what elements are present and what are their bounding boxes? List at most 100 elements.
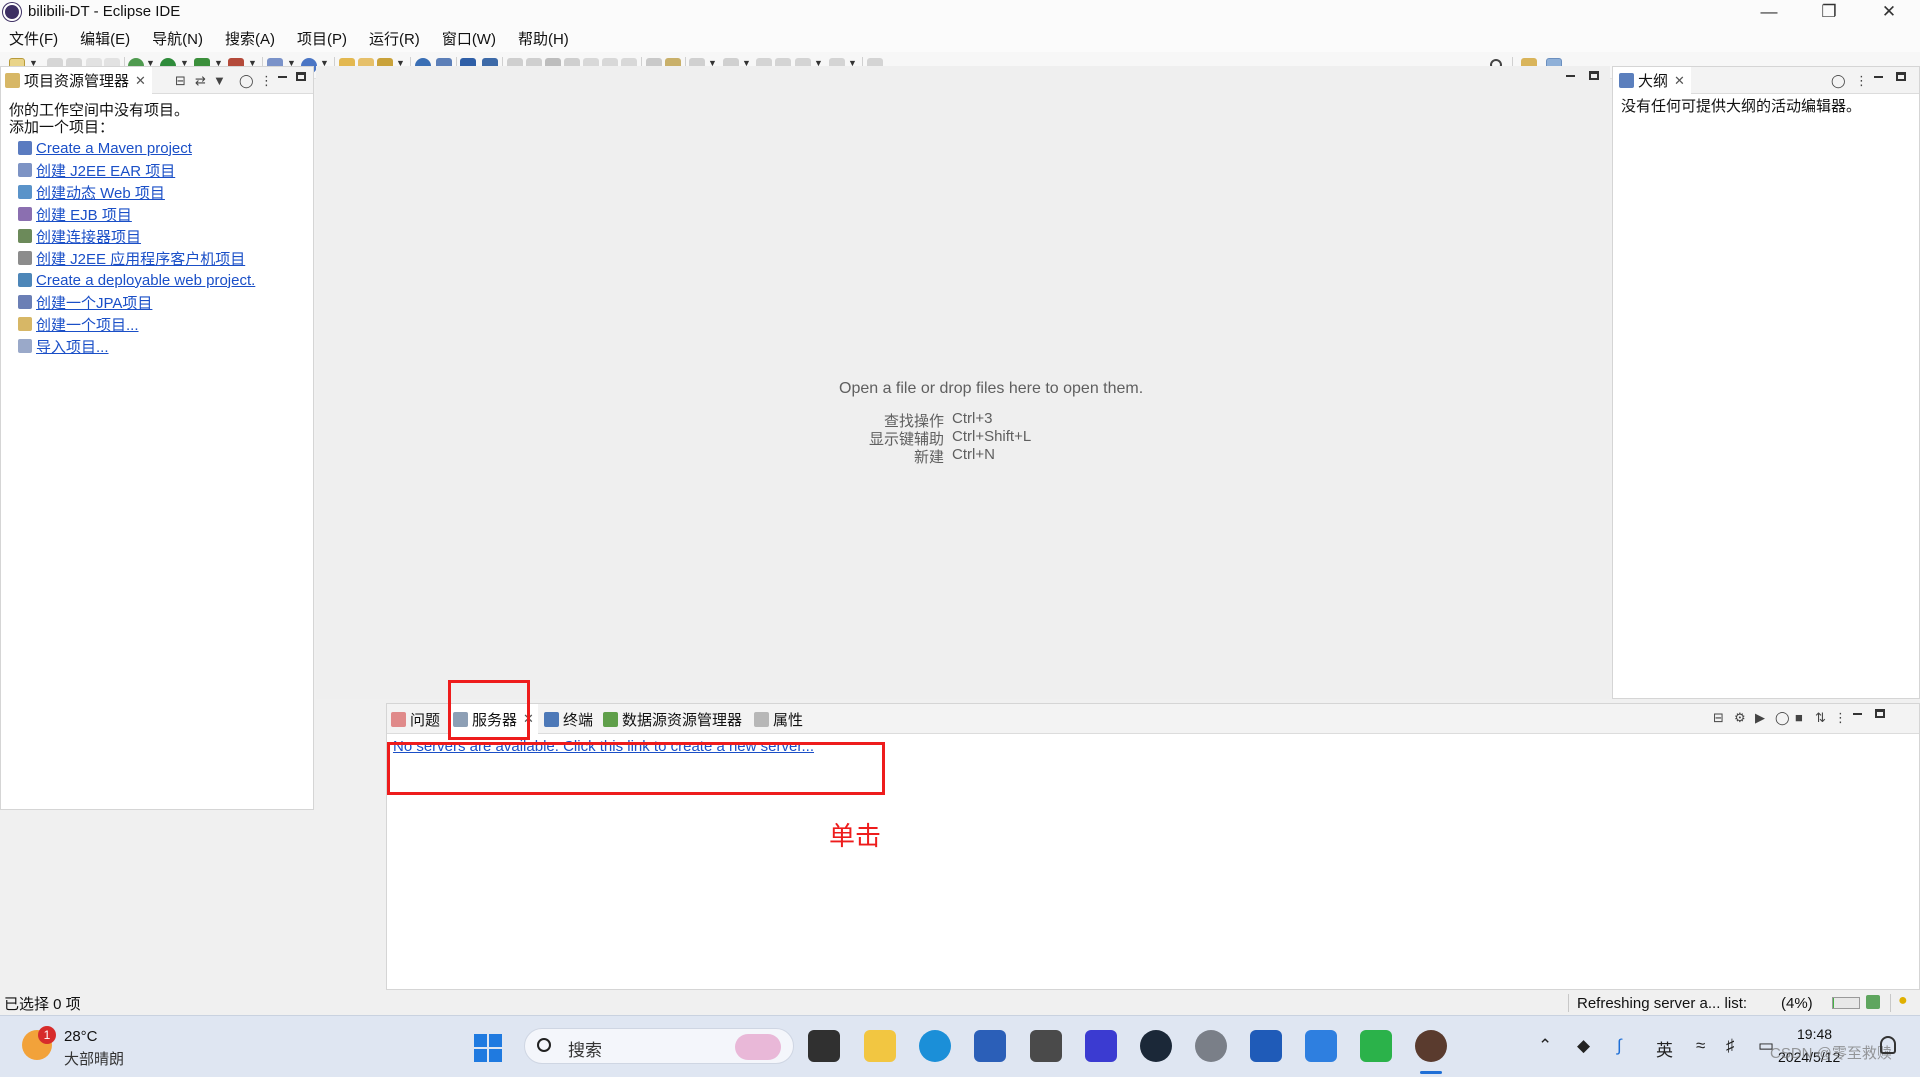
- shortcut-row: 新建 Ctrl+N: [844, 446, 995, 467]
- progress-bar[interactable]: [1832, 997, 1860, 1009]
- filter-icon[interactable]: ▼: [213, 73, 226, 88]
- start-server-icon[interactable]: ▶: [1755, 710, 1765, 726]
- taskbar-search-box[interactable]: 搜索: [524, 1028, 794, 1064]
- stop-server-icon[interactable]: ■: [1795, 710, 1803, 725]
- create-project-link[interactable]: 创建一个项目...: [18, 314, 139, 334]
- editor-open-hint: Open a file or drop files here to open t…: [839, 380, 1144, 397]
- tab-properties[interactable]: 属性: [754, 704, 803, 734]
- maven-icon: [18, 141, 32, 155]
- focus-icon[interactable]: ◯: [239, 73, 254, 89]
- tab-outline[interactable]: 大纲 ✕: [1613, 67, 1691, 94]
- import-project-link[interactable]: 导入项目...: [18, 336, 109, 356]
- tab-data-source-explorer[interactable]: 数据源资源管理器: [603, 704, 742, 734]
- maximize-view-icon[interactable]: [296, 72, 306, 81]
- debug-server-icon[interactable]: ⚙: [1734, 710, 1746, 726]
- tab-data-source-label: 数据源资源管理器: [622, 711, 743, 729]
- menu-file[interactable]: 文件(F): [9, 28, 58, 49]
- link-label: 创建一个JPA项目: [36, 294, 153, 312]
- notification-bell-icon[interactable]: [1880, 1036, 1896, 1054]
- link-label: Create a deployable web project.: [36, 271, 256, 289]
- tab-project-explorer[interactable]: 项目资源管理器 ✕: [1, 67, 152, 94]
- view-menu-icon[interactable]: ⋮: [260, 73, 273, 89]
- ide-app-icon[interactable]: [1085, 1030, 1117, 1062]
- create-connector-link[interactable]: 创建连接器项目: [18, 226, 141, 246]
- create-dynamic-web-link[interactable]: 创建动态 Web 项目: [18, 182, 165, 202]
- create-maven-link[interactable]: Create a Maven project: [18, 138, 192, 158]
- maximize-editor-icon[interactable]: [1589, 71, 1599, 80]
- settings-icon[interactable]: [1195, 1030, 1227, 1062]
- tab-outline-label: 大纲: [1638, 73, 1669, 90]
- project-explorer-view: 项目资源管理器 ✕ ⊟ ⇄ ▼ ◯ ⋮ 你的工作空间中没有项目。 添加一个项目：…: [0, 66, 314, 810]
- edge-icon[interactable]: [919, 1030, 951, 1062]
- dingtalk-icon[interactable]: [1305, 1030, 1337, 1062]
- view-menu-icon[interactable]: ⋮: [1834, 710, 1847, 726]
- link-label: 创建连接器项目: [36, 228, 142, 246]
- maximize-view-icon[interactable]: [1875, 709, 1885, 718]
- active-app-indicator: [1420, 1071, 1442, 1074]
- eclipse-taskbar-icon[interactable]: [1415, 1030, 1447, 1062]
- new-project-icon: [18, 317, 32, 331]
- clock-time[interactable]: 19:48: [1797, 1026, 1832, 1042]
- focus-icon[interactable]: ◯: [1831, 73, 1846, 89]
- maximize-view-icon[interactable]: [1896, 72, 1906, 81]
- close-button[interactable]: ✕: [1866, 0, 1912, 24]
- shortcut-keys: Ctrl+N: [952, 446, 995, 463]
- lightbulb-icon[interactable]: ●: [1898, 992, 1908, 1010]
- create-ear-link[interactable]: 创建 J2EE EAR 项目: [18, 160, 175, 180]
- link-label: Create a Maven project: [36, 139, 192, 157]
- progress-text: Refreshing server a... list:: [1577, 995, 1748, 1012]
- server-link-highlight: [387, 742, 885, 795]
- wifi-icon[interactable]: ≈: [1696, 1036, 1705, 1056]
- minimize-view-icon[interactable]: [278, 76, 287, 78]
- create-deployable-web-link[interactable]: Create a deployable web project.: [18, 270, 255, 290]
- menu-edit[interactable]: 编辑(E): [80, 28, 130, 49]
- collapse-all-icon[interactable]: ⊟: [175, 73, 186, 89]
- close-icon[interactable]: ✕: [135, 73, 146, 89]
- restore-button[interactable]: ❐: [1806, 0, 1852, 24]
- windows-taskbar: 1 28°C 大部晴朗 搜索 ⌃ ◆ ∫ 英 ≈ ♯ ▭ 19:48 2024/…: [0, 1015, 1920, 1077]
- tray-overflow-icon[interactable]: ⌃: [1538, 1036, 1552, 1056]
- tab-terminal[interactable]: 终端: [544, 704, 593, 734]
- outline-empty-message: 没有任何可提供大纲的活动编辑器。: [1621, 98, 1862, 115]
- task-view-icon[interactable]: [808, 1030, 840, 1062]
- collapse-all-icon[interactable]: ⊟: [1713, 710, 1724, 726]
- create-jpa-link[interactable]: 创建一个JPA项目: [18, 292, 152, 312]
- view-menu-icon[interactable]: ⋮: [1855, 73, 1868, 89]
- minimize-view-icon[interactable]: [1853, 713, 1862, 715]
- bottom-panel-tabbar: 问题 服务器 ✕ 终端 数据源资源管理器 属性 ⊟ ⚙ ▶ ◯ ■ ⇅ ⋮: [387, 704, 1919, 734]
- profile-server-icon[interactable]: ◯: [1775, 710, 1790, 726]
- ear-project-icon: [18, 163, 32, 177]
- servers-tab-highlight: [448, 680, 530, 740]
- steam-icon[interactable]: [1140, 1030, 1172, 1062]
- menu-navigate[interactable]: 导航(N): [152, 28, 203, 49]
- store-icon[interactable]: [974, 1030, 1006, 1062]
- word-icon[interactable]: [1250, 1030, 1282, 1062]
- create-app-client-link[interactable]: 创建 J2EE 应用程序客户机项目: [18, 248, 245, 268]
- ime-indicator[interactable]: 英: [1656, 1036, 1673, 1061]
- project-explorer-tabbar: 项目资源管理器 ✕ ⊟ ⇄ ▼ ◯ ⋮: [1, 67, 313, 94]
- bluetooth-icon[interactable]: ∫: [1617, 1036, 1622, 1056]
- start-icon[interactable]: [474, 1034, 502, 1062]
- create-ejb-link[interactable]: 创建 EJB 项目: [18, 204, 132, 224]
- close-icon[interactable]: ✕: [1674, 73, 1685, 89]
- wechat-icon[interactable]: [1360, 1030, 1392, 1062]
- volume-icon[interactable]: ♯: [1726, 1036, 1735, 1056]
- link-editor-icon[interactable]: ⇄: [195, 73, 206, 89]
- menu-search[interactable]: 搜索(A): [225, 28, 275, 49]
- file-explorer-icon[interactable]: [864, 1030, 896, 1062]
- unity-icon[interactable]: [1030, 1030, 1062, 1062]
- minimize-button[interactable]: —: [1746, 0, 1792, 24]
- minimize-view-icon[interactable]: [1874, 76, 1883, 78]
- jpa-project-icon: [18, 295, 32, 309]
- minimize-editor-icon[interactable]: [1566, 75, 1575, 77]
- tray-app-icon[interactable]: ◆: [1577, 1036, 1590, 1056]
- menu-help[interactable]: 帮助(H): [518, 28, 569, 49]
- editor-area[interactable]: Open a file or drop files here to open t…: [316, 66, 1610, 699]
- outline-view: 大纲 ✕ ◯ ⋮ 没有任何可提供大纲的活动编辑器。: [1612, 66, 1920, 699]
- tab-problems[interactable]: 问题: [391, 704, 440, 734]
- progress-view-icon[interactable]: [1866, 995, 1880, 1009]
- menu-run[interactable]: 运行(R): [369, 28, 420, 49]
- menu-project[interactable]: 项目(P): [297, 28, 347, 49]
- publish-icon[interactable]: ⇅: [1815, 710, 1826, 726]
- menu-window[interactable]: 窗口(W): [442, 28, 496, 49]
